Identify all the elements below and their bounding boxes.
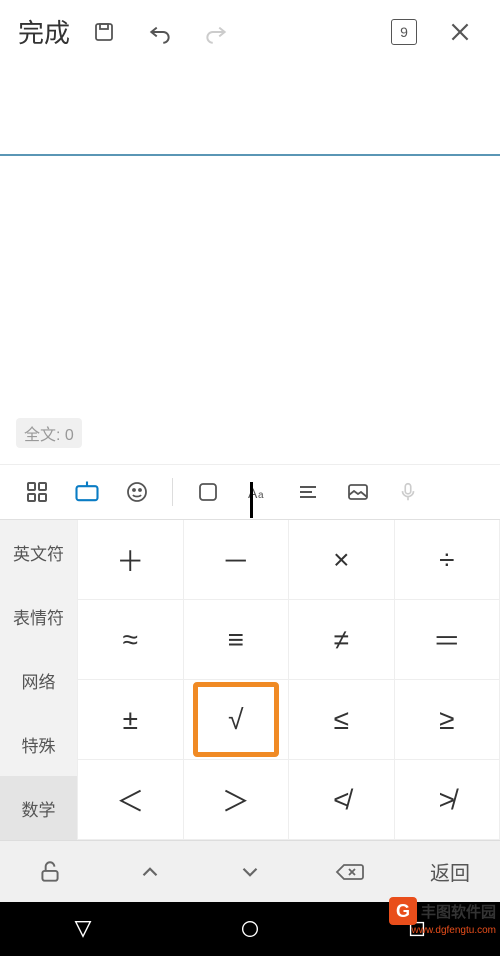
fullscreen-icon[interactable] [187,471,229,513]
symbol-key[interactable]: ＞ [184,760,290,840]
symbol-key[interactable]: ± [78,680,184,760]
top-toolbar: 完成 9 [0,0,500,64]
word-count-badge: 全文: 0 [16,418,82,448]
category-column: 英文符表情符网络特殊数学 [0,520,78,840]
symbol-key[interactable]: ≯ [395,760,500,840]
symbol-key[interactable]: ≮ [289,760,395,840]
save-icon[interactable] [80,8,128,56]
lock-icon[interactable] [0,859,100,885]
caret-up-icon[interactable] [100,859,200,885]
keyboard-icon[interactable] [66,471,108,513]
highlight-box [193,682,280,757]
page-count-button[interactable]: 9 [380,8,428,56]
watermark-url: www.dgfengtu.com [412,925,497,936]
redo-icon [192,8,240,56]
symbol-key[interactable]: ÷ [395,520,500,600]
category-item[interactable]: 表情符 [0,584,77,648]
mic-icon[interactable] [387,471,429,513]
symbol-key[interactable]: ≤ [289,680,395,760]
close-icon[interactable] [436,8,484,56]
symbol-grid: ＋－×÷ ≈≡≠＝ ±√≤≥ ＜＞≮≯ [78,520,500,840]
return-button[interactable]: 返回 [400,857,500,886]
symbol-key[interactable]: × [289,520,395,600]
symbol-key[interactable]: ≡ [184,600,290,680]
apps-icon[interactable] [16,471,58,513]
symbol-key[interactable]: ≠ [289,600,395,680]
symbol-key[interactable]: － [184,520,290,600]
done-button[interactable]: 完成 [12,9,76,54]
nav-back-icon[interactable] [63,909,103,949]
svg-text:a: a [258,490,264,501]
symbol-keyboard: 英文符表情符网络特殊数学 ＋－×÷ ≈≡≠＝ ±√≤≥ ＜＞≮≯ [0,520,500,840]
font-icon[interactable]: Aa [237,471,279,513]
keyboard-bottom-bar: 返回 [0,840,500,902]
symbol-key[interactable]: ＝ [395,600,500,680]
symbol-key[interactable]: ≈ [78,600,184,680]
category-item[interactable]: 特殊 [0,712,77,776]
nav-home-icon[interactable] [230,909,270,949]
page-count-badge: 9 [391,19,417,45]
text-cursor [250,482,253,518]
symbol-key[interactable]: ＜ [78,760,184,840]
align-icon[interactable] [287,471,329,513]
category-item[interactable]: 数学 [0,776,77,840]
image-icon[interactable] [337,471,379,513]
symbol-key[interactable]: ≥ [395,680,500,760]
caret-down-icon[interactable] [200,859,300,885]
backspace-icon[interactable] [300,859,400,885]
symbol-key[interactable]: ＋ [78,520,184,600]
editor-content[interactable]: 全文: 0 [0,64,500,464]
emoji-icon[interactable] [116,471,158,513]
watermark: G 丰图软件园 www.dgfengtu.com [389,897,496,936]
watermark-text: 丰图软件园 [421,901,496,922]
watermark-logo: G [389,897,417,925]
category-item[interactable]: 英文符 [0,520,77,584]
undo-icon[interactable] [136,8,184,56]
symbol-key[interactable]: √ [184,680,290,760]
category-item[interactable]: 网络 [0,648,77,712]
